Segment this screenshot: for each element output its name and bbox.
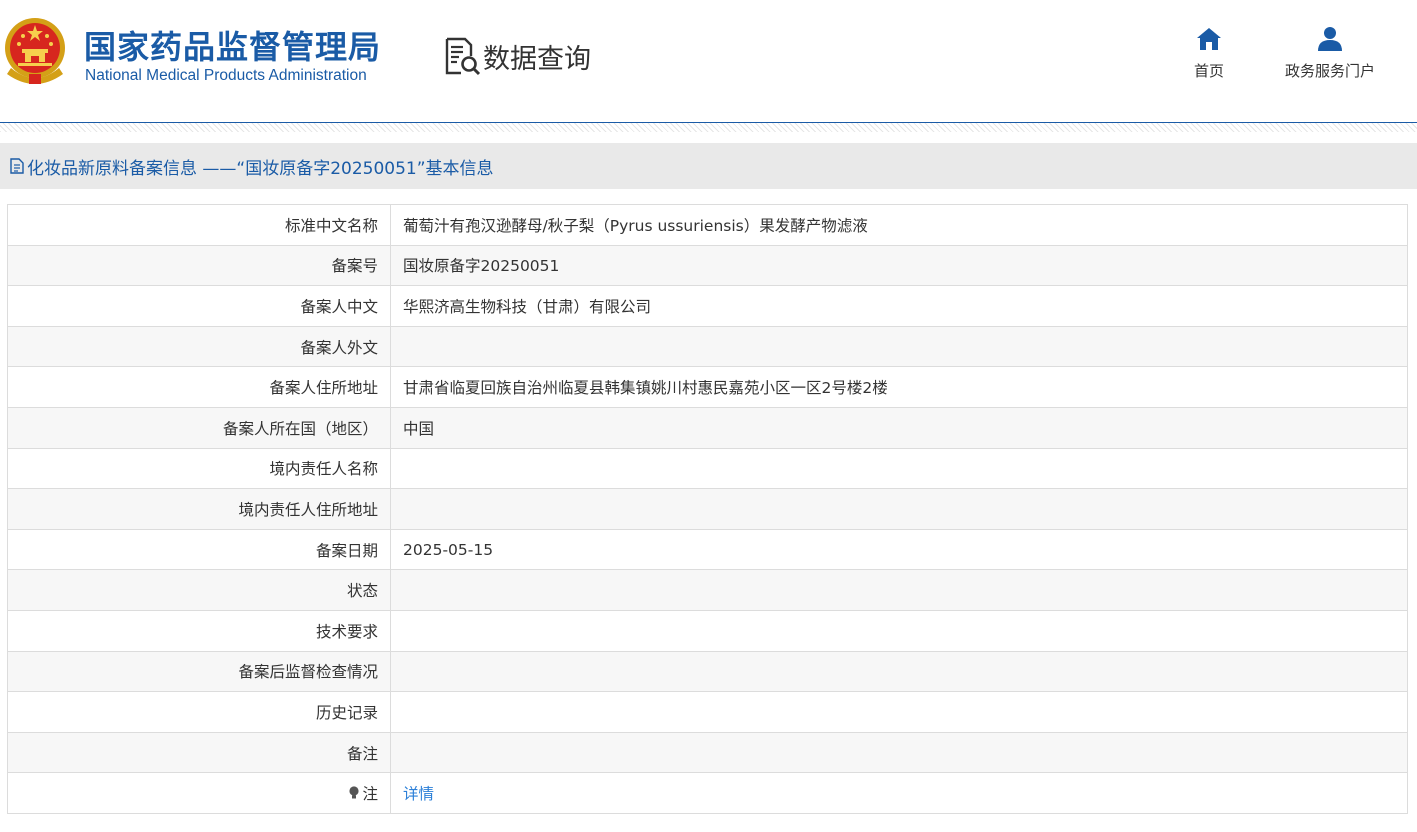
table-row: 状态 bbox=[7, 569, 1408, 611]
table-row: 备案人所在国（地区） 中国 bbox=[7, 406, 1408, 449]
field-value bbox=[390, 569, 1408, 611]
field-label: 备案人住所地址 bbox=[7, 366, 391, 408]
table-row: 备注 bbox=[7, 731, 1408, 774]
field-value bbox=[390, 488, 1408, 530]
field-label: 备案后监督检查情况 bbox=[7, 650, 391, 693]
field-value: 葡萄汁有孢汉逊酵母/秋子梨（Pyrus ussuriensis）果发酵产物滤液 bbox=[390, 204, 1408, 246]
field-label: 备案号 bbox=[7, 244, 391, 287]
table-row: 备案人住所地址 甘肃省临夏回族自治州临夏县韩集镇姚川村惠民嘉苑小区一区2号楼2楼 bbox=[7, 366, 1408, 408]
table-row: 备案人外文 bbox=[7, 325, 1408, 368]
agency-name-en: National Medical Products Administration bbox=[85, 67, 367, 84]
field-value bbox=[390, 731, 1408, 774]
table-row: 境内责任人住所地址 bbox=[7, 488, 1408, 530]
field-label: 历史记录 bbox=[7, 691, 391, 733]
nav-gov-service-portal[interactable]: 政务服务门户 bbox=[1275, 26, 1385, 81]
field-value: 华熙济高生物科技（甘肃）有限公司 bbox=[390, 285, 1408, 327]
document-icon bbox=[10, 158, 24, 174]
user-icon bbox=[1318, 27, 1342, 51]
note-label-cell: 注 bbox=[7, 772, 391, 814]
field-value bbox=[390, 447, 1408, 490]
table-row: 备案号 国妆原备字20250051 bbox=[7, 244, 1408, 287]
field-label: 备案人外文 bbox=[7, 325, 391, 368]
table-row: 备案日期 2025-05-15 bbox=[7, 528, 1408, 571]
field-label: 备注 bbox=[7, 731, 391, 774]
data-query-heading: 数据查询 bbox=[443, 36, 591, 76]
field-label: 备案人所在国（地区） bbox=[7, 406, 391, 449]
header-stripe bbox=[0, 123, 1417, 132]
record-detail-table: 标准中文名称 葡萄汁有孢汉逊酵母/秋子梨（Pyrus ussuriensis）果发… bbox=[7, 204, 1408, 814]
page-title: 化妆品新原料备案信息 ——“国妆原备字20250051”基本信息 bbox=[27, 158, 494, 179]
table-row: 技术要求 bbox=[7, 609, 1408, 652]
table-row: 历史记录 bbox=[7, 691, 1408, 733]
field-label: 境内责任人名称 bbox=[7, 447, 391, 490]
nav-home[interactable]: 首页 bbox=[1184, 26, 1234, 81]
field-value bbox=[390, 650, 1408, 693]
nav-home-label: 首页 bbox=[1193, 62, 1224, 80]
section-title-bar: 化妆品新原料备案信息 ——“国妆原备字20250051”基本信息 bbox=[0, 143, 1417, 189]
details-link[interactable]: 详情 bbox=[403, 785, 434, 803]
home-icon bbox=[1197, 28, 1221, 50]
field-label: 标准中文名称 bbox=[7, 204, 391, 246]
table-row: 备案后监督检查情况 bbox=[7, 650, 1408, 693]
field-value bbox=[390, 691, 1408, 733]
table-row: 境内责任人名称 bbox=[7, 447, 1408, 490]
document-search-icon bbox=[445, 37, 481, 76]
field-value: 国妆原备字20250051 bbox=[390, 244, 1408, 287]
field-label: 境内责任人住所地址 bbox=[7, 488, 391, 530]
field-label: 备案日期 bbox=[7, 528, 391, 571]
bulb-icon bbox=[349, 786, 360, 799]
site-header: 国家药品监督管理局 National Medical Products Admi… bbox=[0, 0, 1417, 122]
field-label: 技术要求 bbox=[7, 609, 391, 652]
data-query-label: 数据查询 bbox=[483, 43, 591, 75]
field-value: 甘肃省临夏回族自治州临夏县韩集镇姚川村惠民嘉苑小区一区2号楼2楼 bbox=[390, 366, 1408, 408]
field-label: 状态 bbox=[7, 569, 391, 611]
note-value-cell: 详情 bbox=[390, 772, 1408, 814]
agency-name-cn: 国家药品监督管理局 bbox=[84, 28, 382, 66]
field-value: 中国 bbox=[390, 406, 1408, 449]
table-row-note: 注 详情 bbox=[7, 772, 1408, 814]
national-emblem-icon bbox=[5, 18, 65, 84]
nav-gov-label: 政务服务门户 bbox=[1284, 62, 1375, 80]
field-value: 2025-05-15 bbox=[390, 528, 1408, 571]
field-value bbox=[390, 325, 1408, 368]
table-row: 备案人中文 华熙济高生物科技（甘肃）有限公司 bbox=[7, 285, 1408, 327]
field-value bbox=[390, 609, 1408, 652]
table-row: 标准中文名称 葡萄汁有孢汉逊酵母/秋子梨（Pyrus ussuriensis）果发… bbox=[7, 204, 1408, 246]
note-label: 注 bbox=[362, 785, 378, 804]
field-label: 备案人中文 bbox=[7, 285, 391, 327]
